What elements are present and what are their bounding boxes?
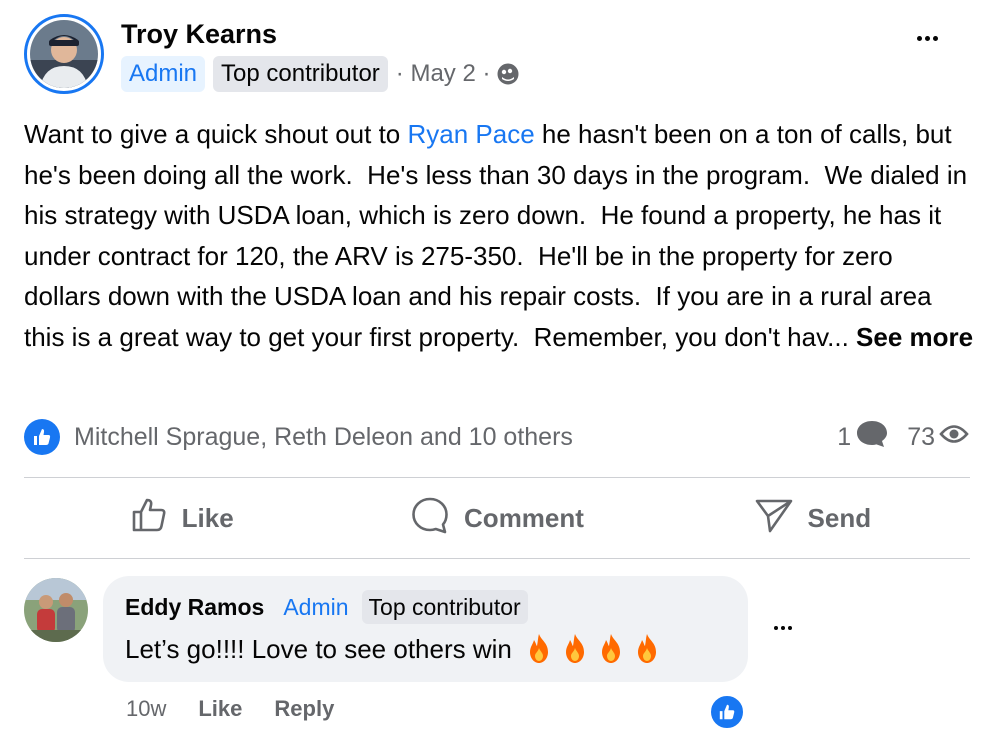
fire-icon bbox=[637, 634, 656, 663]
comment-like-reaction-icon bbox=[709, 694, 745, 730]
like-reaction-icon bbox=[24, 419, 60, 455]
comment-actions: 10w Like Reply bbox=[126, 696, 366, 722]
post-options-icon[interactable] bbox=[917, 36, 938, 41]
comment-icon bbox=[410, 495, 450, 542]
fire-icon bbox=[565, 634, 584, 663]
author-avatar[interactable] bbox=[24, 14, 104, 94]
fire-icon bbox=[601, 634, 620, 663]
globe-icon bbox=[496, 62, 520, 86]
admin-badge[interactable]: Admin bbox=[121, 56, 206, 92]
comment-count[interactable]: 1 bbox=[837, 419, 889, 456]
send-button[interactable]: Send bbox=[655, 478, 970, 558]
send-label: Send bbox=[807, 502, 872, 533]
commenter-avatar[interactable] bbox=[24, 578, 88, 642]
comment-count-value: 1 bbox=[837, 422, 852, 451]
comment-options-icon[interactable] bbox=[774, 626, 792, 630]
comment-top-contributor-badge[interactable]: Top contributor bbox=[361, 590, 528, 624]
send-icon bbox=[754, 495, 794, 542]
author-photo bbox=[30, 20, 98, 88]
top-contributor-badge[interactable]: Top contributor bbox=[213, 56, 388, 92]
fire-emojis bbox=[522, 632, 664, 666]
post-stats: 1 73 bbox=[837, 417, 969, 457]
comment-like-button[interactable]: Like bbox=[198, 696, 242, 722]
post-meta: Admin Top contributor · May 2 · bbox=[121, 54, 520, 94]
like-button[interactable]: Like bbox=[24, 478, 339, 558]
comment-header: Eddy Ramos Admin Top contributor bbox=[125, 590, 528, 624]
post-action-bar: Like Comment Send bbox=[24, 478, 970, 558]
reactors-text[interactable]: Mitchell Sprague, Reth Deleon and 10 oth… bbox=[74, 423, 573, 452]
post-text-1: Want to give a quick shout out to bbox=[24, 119, 408, 149]
see-more-link[interactable]: See more bbox=[856, 322, 973, 352]
view-count: 73 bbox=[907, 423, 969, 452]
mention-link[interactable]: Ryan Pace bbox=[407, 119, 534, 149]
reactions-summary[interactable]: Mitchell Sprague, Reth Deleon and 10 oth… bbox=[24, 417, 573, 457]
comment-text: Let’s go!!!! Love to see others win bbox=[125, 632, 664, 666]
comment-label: Comment bbox=[464, 502, 584, 533]
fire-icon bbox=[529, 634, 548, 663]
post-text-2: he hasn't been on a ton of calls, but he… bbox=[24, 119, 975, 352]
view-count-value: 73 bbox=[907, 422, 935, 451]
comment-bubble: Eddy Ramos Admin Top contributor Let’s g… bbox=[103, 576, 748, 682]
comment-author-name[interactable]: Eddy Ramos bbox=[125, 594, 264, 621]
like-label: Like bbox=[181, 502, 234, 533]
comment-bubble-icon bbox=[855, 419, 889, 456]
comment-reply-button[interactable]: Reply bbox=[274, 696, 334, 722]
thumbs-up-icon bbox=[130, 496, 168, 541]
eye-icon bbox=[939, 423, 969, 452]
comment-time[interactable]: 10w bbox=[126, 696, 166, 722]
comment-text-value: Let’s go!!!! Love to see others win bbox=[125, 633, 512, 664]
comment-button[interactable]: Comment bbox=[339, 478, 654, 558]
comment-admin-badge[interactable]: Admin bbox=[276, 590, 355, 624]
post-body: Want to give a quick shout out to Ryan P… bbox=[24, 114, 974, 357]
divider-bottom bbox=[24, 558, 970, 559]
post-date[interactable]: · May 2 · bbox=[396, 60, 491, 88]
post-author-name[interactable]: Troy Kearns bbox=[121, 19, 277, 50]
